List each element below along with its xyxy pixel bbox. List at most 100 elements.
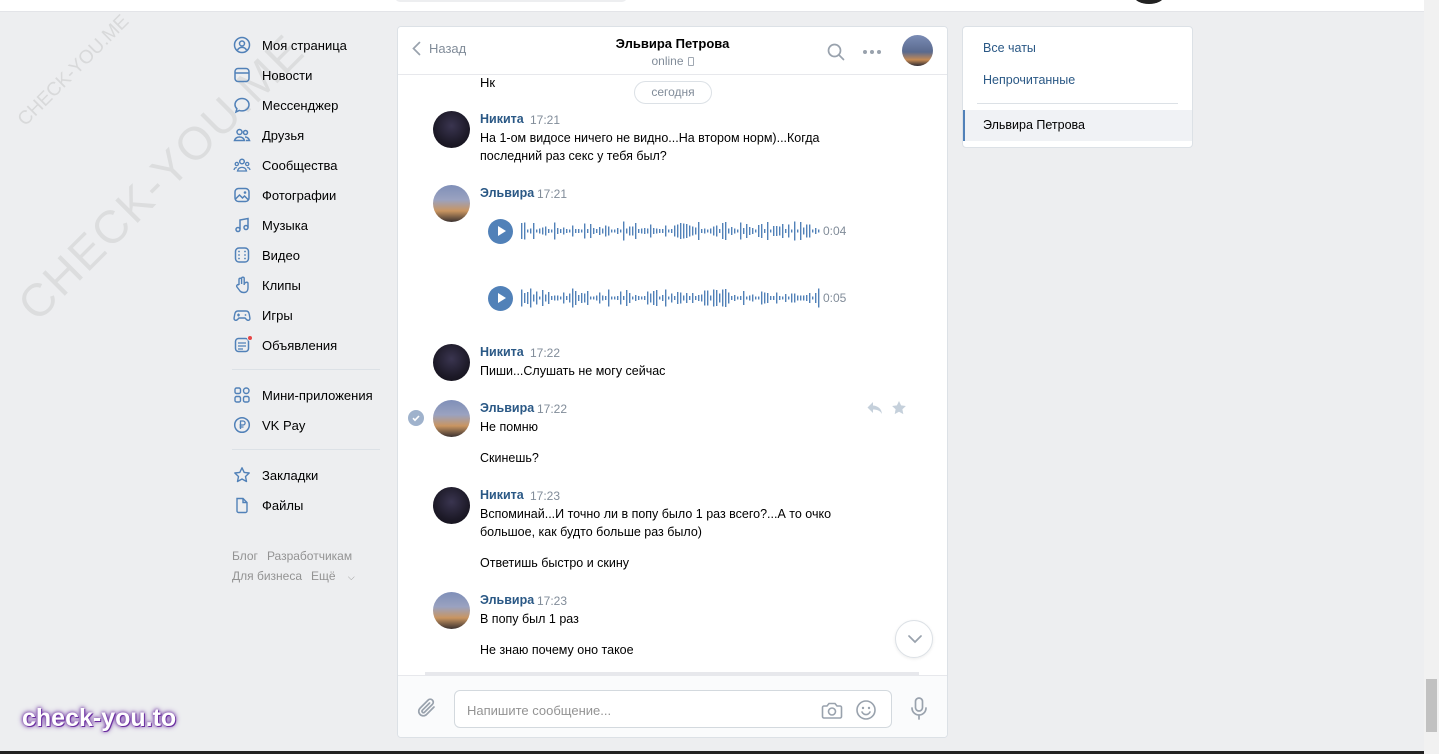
waveform-bar — [602, 295, 604, 301]
page-scrollbar[interactable] — [1424, 0, 1439, 754]
waveform-bar — [578, 229, 580, 233]
files-icon — [232, 495, 252, 515]
nav-clips[interactable]: Клипы — [232, 270, 382, 300]
message-time[interactable]: 17:22 — [537, 402, 567, 416]
waveform-bar — [671, 229, 673, 233]
message-time[interactable]: 17:23 — [530, 489, 560, 503]
waveform-bar — [536, 291, 538, 305]
communities-icon — [232, 155, 252, 175]
nav-my-page[interactable]: Моя страница — [232, 30, 382, 60]
nav-label: Мини-приложения — [262, 387, 373, 403]
avatar[interactable] — [433, 185, 470, 222]
waveform-bar — [740, 296, 742, 300]
waveform-bar — [767, 293, 769, 303]
nav-bookmarks[interactable]: Закладки — [232, 460, 382, 490]
nav-ads[interactable]: Объявления — [232, 330, 382, 360]
message-author[interactable]: Никита — [480, 488, 524, 502]
message-text: Не помню — [480, 420, 539, 434]
waveform-bar — [809, 293, 811, 303]
waveform-bar — [731, 296, 733, 300]
more-icon[interactable] — [861, 42, 883, 62]
chevron-down-icon: ⌵ — [347, 572, 355, 582]
top-search-field[interactable] — [395, 0, 627, 2]
smile-icon[interactable] — [855, 699, 877, 721]
nav-files[interactable]: Файлы — [232, 490, 382, 520]
waveform-bar — [533, 294, 535, 302]
waveform-bar — [668, 229, 670, 233]
waveform-bar — [536, 229, 538, 233]
scrollbar-thumb[interactable] — [1426, 679, 1437, 732]
message-author[interactable]: Никита — [480, 345, 524, 359]
message-time[interactable]: 17:21 — [530, 113, 560, 127]
footer-devs-link[interactable]: Разработчикам — [267, 549, 352, 563]
top-avatar[interactable] — [1134, 0, 1164, 4]
active-chat-name: Эльвира Петрова — [983, 118, 1085, 132]
avatar[interactable] — [433, 487, 470, 524]
waveform-bar — [620, 291, 622, 305]
search-icon[interactable] — [826, 42, 846, 62]
waveform-bar — [725, 289, 727, 307]
waveform-bar — [752, 228, 754, 234]
waveform-bar — [590, 224, 592, 238]
select-check-icon[interactable] — [408, 410, 424, 426]
waveform-bar — [734, 295, 736, 301]
play-button[interactable] — [488, 219, 513, 244]
waveform-bar — [665, 289, 667, 307]
reply-icon[interactable] — [866, 400, 884, 416]
vkpay-icon — [232, 415, 252, 435]
peer-avatar[interactable] — [902, 35, 933, 66]
waveform-bar — [560, 296, 562, 300]
nav-photos[interactable]: Фотографии — [232, 180, 382, 210]
waveform-bar — [545, 294, 547, 302]
waveform-bar — [575, 291, 577, 305]
nav-mini-apps[interactable]: Мини-приложения — [232, 380, 382, 410]
waveform-bar — [794, 221, 796, 241]
footer-more-link[interactable]: Ещё ⌵ — [311, 569, 355, 583]
waveform-bar — [563, 227, 565, 235]
nav-games[interactable]: Игры — [232, 300, 382, 330]
message-author[interactable]: Эльвира — [480, 401, 534, 415]
message-time[interactable]: 17:21 — [537, 187, 567, 201]
message-author[interactable]: Эльвира — [480, 186, 534, 200]
avatar[interactable] — [433, 592, 470, 629]
play-button[interactable] — [488, 286, 513, 311]
footer-business-link[interactable]: Для бизнеса — [232, 569, 302, 583]
message-author[interactable]: Эльвира — [480, 593, 534, 607]
waveform-bar — [707, 229, 709, 233]
avatar[interactable] — [433, 400, 470, 437]
paperclip-icon[interactable] — [416, 696, 438, 720]
active-chat-item[interactable]: Эльвира Петрова — [963, 110, 1192, 141]
nav-vkpay[interactable]: VK Pay — [232, 410, 382, 440]
nav-messenger[interactable]: Мессенджер — [232, 90, 382, 120]
footer-blog-link[interactable]: Блог — [232, 549, 258, 563]
waveform[interactable] — [521, 220, 821, 242]
message-time[interactable]: 17:22 — [530, 346, 560, 360]
waveform-bar — [692, 226, 694, 236]
star-icon[interactable] — [891, 400, 907, 416]
nav-music[interactable]: Музыка — [232, 210, 382, 240]
waveform-bar — [815, 228, 817, 234]
waveform-bar — [551, 296, 553, 300]
message-input[interactable] — [467, 700, 807, 720]
waveform-bar — [698, 295, 700, 301]
nav-friends[interactable]: Друзья — [232, 120, 382, 150]
nav-label: Клипы — [262, 277, 301, 293]
unread-link[interactable]: Непрочитанные — [983, 73, 1075, 87]
all-chats-link[interactable]: Все чаты — [983, 41, 1036, 55]
scroll-down-button[interactable] — [895, 620, 933, 658]
nav-label: Файлы — [262, 497, 304, 513]
waveform[interactable] — [521, 287, 821, 309]
avatar[interactable] — [433, 344, 470, 381]
nav-video[interactable]: Видео — [232, 240, 382, 270]
nav-news[interactable]: Новости — [232, 60, 382, 90]
waveform-bar — [755, 229, 757, 233]
clips-icon — [232, 275, 252, 295]
message-time[interactable]: 17:23 — [537, 594, 567, 608]
nav-communities[interactable]: Сообщества — [232, 150, 382, 180]
camera-icon[interactable] — [821, 700, 843, 720]
microphone-icon[interactable] — [908, 696, 930, 722]
message-author[interactable]: Никита — [480, 112, 524, 126]
avatar[interactable] — [433, 111, 470, 148]
ads-icon — [232, 335, 253, 355]
waveform-bar — [524, 222, 526, 240]
